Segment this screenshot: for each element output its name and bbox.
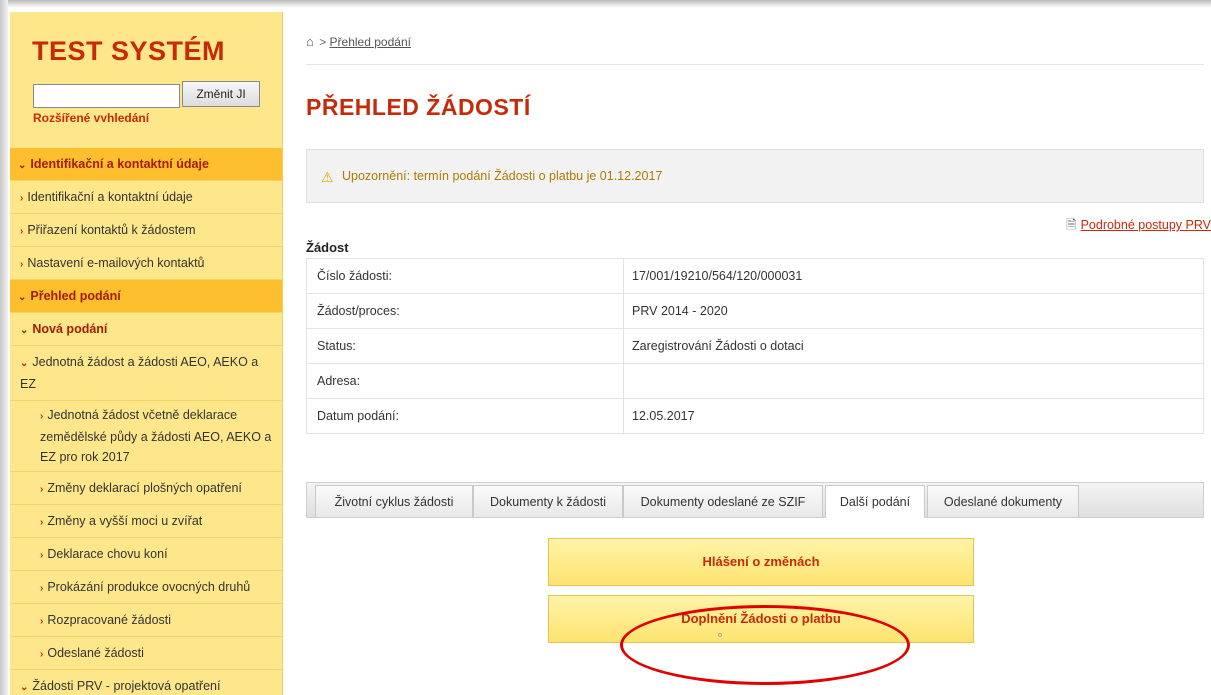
window-left-shadow	[0, 0, 8, 695]
tab-sent-documents[interactable]: Odeslané dokumenty	[927, 485, 1079, 517]
sidebar-item-sent-applications[interactable]: › Odeslané žádosti	[10, 637, 282, 670]
sidebar-item-single-application-2017[interactable]: › Jednotná žádost včetně deklarace zemědě…	[10, 401, 282, 472]
chevron-right-icon: ›	[40, 484, 44, 495]
sidebar-item-label: Jednotná žádost a žádosti AEO, AEKO a EZ	[20, 355, 259, 391]
ji-search-input[interactable]	[33, 84, 180, 108]
info-value: PRV 2014 - 2020	[623, 293, 1204, 329]
tab-documents[interactable]: Dokumenty k žádosti	[473, 485, 623, 517]
sidebar-item-fruit-production[interactable]: › Prokázání produkce ovocných druhů	[10, 571, 282, 604]
cursor-marker	[718, 633, 722, 637]
highlight-oval	[620, 605, 910, 685]
chevron-right-icon: ›	[40, 517, 44, 528]
report-changes-button[interactable]: Hlášení o změnách	[548, 538, 974, 586]
tab-bar: Životní cyklus žádosti Dokumenty k žádos…	[306, 482, 1204, 518]
info-value: 12.05.2017	[623, 398, 1204, 434]
warning-notice: ⚠ Upozornění: termín podání Žádosti o pl…	[306, 149, 1204, 203]
sidebar-item-label: Identifikační a kontaktní údaje	[30, 157, 209, 171]
sidebar-item-label: Změny a vyšší moci u zvířat	[47, 514, 203, 528]
sidebar-item-label: Žádosti PRV - projektová opatření	[32, 679, 221, 693]
sidebar-item-area-declaration-changes[interactable]: › Změny deklarací plošných opatření	[10, 472, 282, 505]
breadcrumb: ⌂ > Přehled podání	[306, 34, 411, 49]
application-info-table: Číslo žádosti: 17/001/19210/564/120/0000…	[306, 258, 1204, 434]
table-row: Žádost/proces: PRV 2014 - 2020	[306, 293, 1204, 329]
table-row: Číslo žádosti: 17/001/19210/564/120/0000…	[306, 258, 1204, 294]
info-key: Status:	[306, 328, 624, 364]
info-key: Číslo žádosti:	[306, 258, 624, 294]
sidebar-menu: ⌄ Identifikační a kontaktní údaje › Identi…	[10, 148, 282, 695]
main-content: ⌂ > Přehled podání PŘEHLED ŽÁDOSTÍ ⚠ Upo…	[306, 12, 1211, 695]
sidebar-item-label: Přehled podání	[30, 289, 121, 303]
sidebar-item-email-contacts[interactable]: › Nastavení e-mailových kontaktů	[10, 247, 282, 280]
chevron-right-icon: ›	[40, 411, 44, 422]
chevron-right-icon: ›	[20, 226, 24, 237]
prv-procedures-label: Podrobné postupy PRV	[1080, 218, 1211, 232]
info-key: Datum podání:	[306, 398, 624, 434]
sidebar-item-label: Nová podání	[32, 322, 108, 336]
sidebar: TEST SYSTÉM Změnit JI Rozšířené vyhledán…	[10, 12, 283, 695]
info-value: 17/001/19210/564/120/000031	[623, 258, 1204, 294]
sidebar-item-contact-assignment[interactable]: › Přiřazení kontaktů k žádostem	[10, 214, 282, 247]
sidebar-item-label: Prokázání produkce ovocných druhů	[47, 580, 251, 594]
divider	[306, 64, 1204, 65]
change-ji-button[interactable]: Změnit JI	[182, 81, 260, 107]
chevron-right-icon: ›	[40, 616, 44, 627]
warning-icon: ⚠	[321, 169, 334, 185]
sidebar-item-horse-declaration[interactable]: › Deklarace chovu koní	[10, 538, 282, 571]
info-key: Žádost/proces:	[306, 293, 624, 329]
sidebar-item-label: Odeslané žádosti	[47, 646, 144, 660]
sidebar-item-label: Jednotná žádost včetně deklarace zeměděl…	[40, 408, 272, 464]
info-value: Zaregistrování Žádosti o dotaci	[623, 328, 1204, 364]
sidebar-item-label: Přiřazení kontaktů k žádostem	[27, 223, 196, 237]
info-key: Adresa:	[306, 363, 624, 399]
page-title: PŘEHLED ŽÁDOSTÍ	[306, 94, 531, 120]
sidebar-item-prv-project-measures[interactable]: ⌄ Žádosti PRV - projektová opatření	[10, 670, 282, 695]
breadcrumb-link-submissions[interactable]: Přehled podání	[330, 35, 411, 49]
application-section-label: Žádost	[306, 240, 349, 255]
chevron-down-icon: ⌄	[20, 682, 29, 693]
chevron-down-icon: ⌄	[20, 358, 29, 369]
table-row: Status: Zaregistrování Žádosti o dotaci	[306, 328, 1204, 364]
window-top-shadow	[0, 0, 1211, 8]
chevron-down-icon: ⌄	[20, 325, 29, 336]
sidebar-section-identification[interactable]: ⌄ Identifikační a kontaktní údaje	[10, 148, 282, 181]
tab-further-submissions[interactable]: Další podání	[825, 485, 925, 518]
chevron-right-icon: ›	[40, 550, 44, 561]
chevron-right-icon: ›	[20, 259, 24, 270]
chevron-down-icon: ⌄	[18, 160, 27, 171]
document-icon: 🗎	[1066, 217, 1077, 232]
chevron-right-icon: ›	[40, 649, 44, 660]
advanced-search-link[interactable]: Rozšířené vyhledání	[33, 110, 149, 122]
sidebar-item-label: Identifikační a kontaktní údaje	[27, 190, 193, 204]
sidebar-section-submissions-overview[interactable]: ⌄ Přehled podání	[10, 280, 282, 313]
app-logo: TEST SYSTÉM	[32, 36, 226, 66]
chevron-right-icon: ›	[40, 583, 44, 594]
sidebar-item-animal-changes[interactable]: › Změny a vyšší moci u zvířat	[10, 505, 282, 538]
table-row: Datum podání: 12.05.2017	[306, 398, 1204, 434]
home-icon[interactable]: ⌂	[306, 34, 314, 49]
info-value	[623, 363, 1204, 399]
prv-procedures-link[interactable]: 🗎 Podrobné postupy PRV	[1066, 216, 1211, 238]
warning-text: Upozornění: termín podání Žádosti o plat…	[342, 169, 663, 183]
tab-szif-documents[interactable]: Dokumenty odeslané ze SZIF	[623, 485, 823, 517]
sidebar-item-label: Změny deklarací plošných opatření	[47, 481, 242, 495]
sidebar-item-label: Deklarace chovu koní	[47, 547, 168, 561]
sidebar-item-label: Rozpracované žádosti	[47, 613, 172, 627]
table-row: Adresa:	[306, 363, 1204, 399]
chevron-right-icon: ›	[20, 193, 24, 204]
sidebar-section-new-submissions[interactable]: ⌄ Nová podání	[10, 313, 282, 346]
sidebar-item-identification[interactable]: › Identifikační a kontaktní údaje	[10, 181, 282, 214]
sidebar-item-label: Nastavení e-mailových kontaktů	[27, 256, 205, 270]
tab-lifecycle[interactable]: Životní cyklus žádosti	[315, 485, 473, 517]
sidebar-item-single-application[interactable]: ⌄ Jednotná žádost a žádosti AEO, AEKO a E…	[10, 346, 282, 401]
sidebar-item-drafts[interactable]: › Rozpracované žádosti	[10, 604, 282, 637]
chevron-down-icon: ⌄	[18, 292, 27, 303]
